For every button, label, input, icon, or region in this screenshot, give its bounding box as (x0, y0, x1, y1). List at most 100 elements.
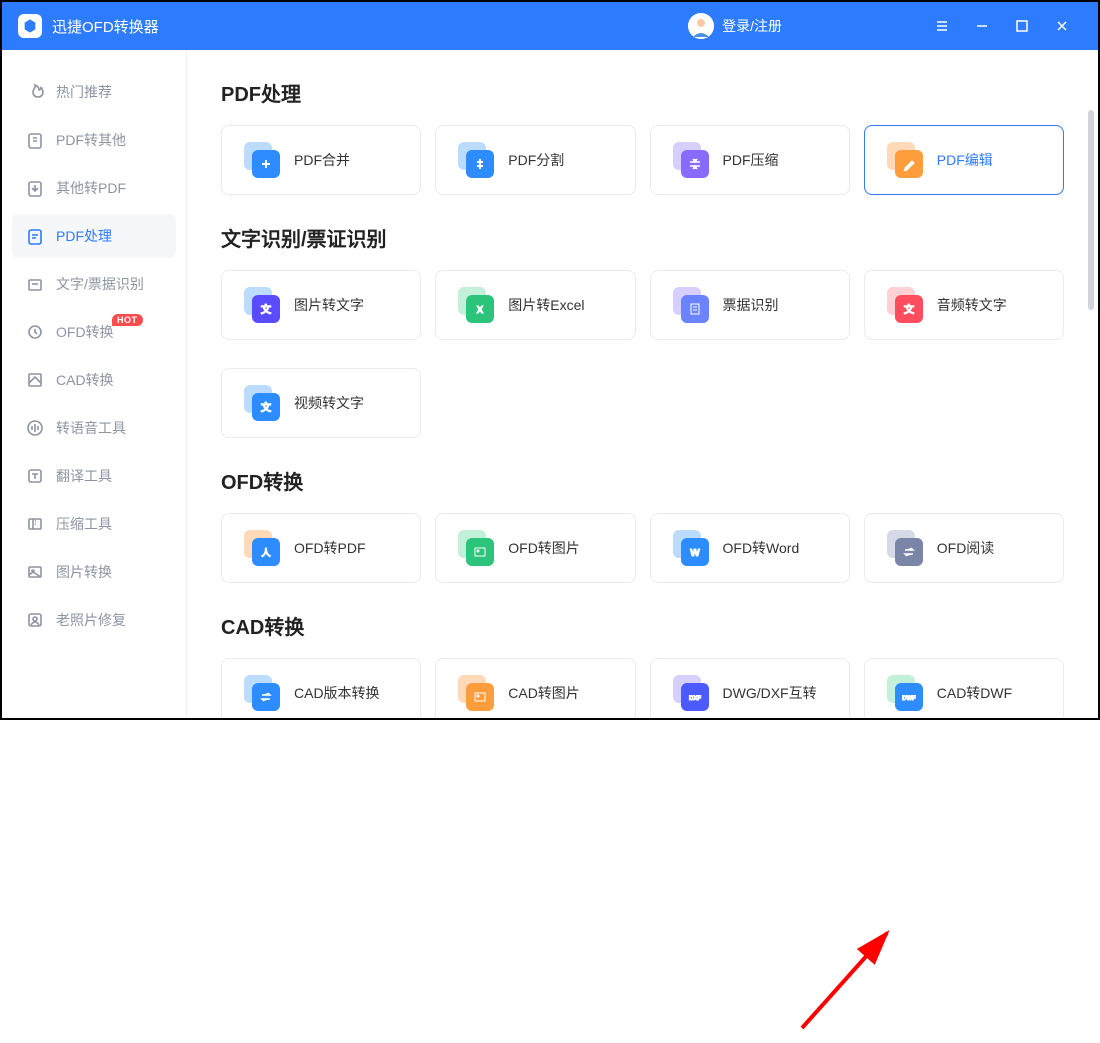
sidebar-item-label: PDF处理 (56, 226, 112, 246)
card-icon (244, 142, 280, 178)
card-grid: 文 视频转文字 (221, 368, 1064, 438)
card-label: 音频转文字 (937, 295, 1007, 315)
card-grid: 文 图片转文字 X 图片转Excel 票据识别 文 (221, 270, 1064, 340)
card-label: OFD转图片 (508, 538, 580, 558)
sidebar-item-6[interactable]: CAD转换 (12, 358, 176, 402)
ocr-icon (26, 275, 44, 293)
login-area[interactable]: 登录/注册 (688, 13, 782, 39)
svg-text:文: 文 (261, 401, 272, 414)
sidebar-item-8[interactable]: 翻译工具 (12, 454, 176, 498)
function-card[interactable]: DXF DWG/DXF互转 (650, 658, 850, 718)
function-card[interactable]: 文 音频转文字 (864, 270, 1064, 340)
section-title: PDF处理 (221, 78, 1064, 107)
pdf-out-icon (26, 131, 44, 149)
card-label: 图片转文字 (294, 295, 364, 315)
function-card[interactable]: X 图片转Excel (435, 270, 635, 340)
card-label: CAD转DWF (937, 683, 1012, 703)
card-label: PDF压缩 (723, 150, 779, 170)
sidebar-item-11[interactable]: 老照片修复 (12, 598, 176, 642)
card-label: OFD转Word (723, 538, 800, 558)
sidebar-item-label: 翻译工具 (56, 466, 112, 486)
card-icon: DWF (887, 675, 923, 711)
card-label: OFD转PDF (294, 538, 366, 558)
card-label: PDF分割 (508, 150, 564, 170)
pdf-process-icon (26, 227, 44, 245)
card-icon (458, 675, 494, 711)
sidebar-item-10[interactable]: 图片转换 (12, 550, 176, 594)
function-card[interactable]: W OFD转Word (650, 513, 850, 583)
card-icon (673, 287, 709, 323)
function-card[interactable]: CAD版本转换 (221, 658, 421, 718)
minimize-button[interactable] (962, 2, 1002, 50)
card-icon: W (673, 530, 709, 566)
svg-text:DWF: DWF (902, 696, 916, 702)
sidebar-item-7[interactable]: 转语音工具 (12, 406, 176, 450)
sidebar-item-label: OFD转换 (56, 322, 114, 342)
close-button[interactable] (1042, 2, 1082, 50)
sidebar-item-label: 图片转换 (56, 562, 112, 582)
svg-text:文: 文 (261, 303, 272, 316)
scrollbar[interactable] (1088, 110, 1094, 310)
card-icon: 文 (887, 287, 923, 323)
function-card[interactable]: PDF压缩 (650, 125, 850, 195)
content-area: PDF处理 PDF合并 PDF分割 PDF压缩 (187, 50, 1098, 718)
card-icon (887, 530, 923, 566)
function-card[interactable]: 文 图片转文字 (221, 270, 421, 340)
svg-text:文: 文 (904, 303, 915, 316)
sidebar-item-4[interactable]: 文字/票据识别 (12, 262, 176, 306)
svg-text:DXF: DXF (689, 696, 701, 702)
card-icon (458, 142, 494, 178)
card-label: PDF合并 (294, 150, 350, 170)
svg-text:X: X (477, 305, 484, 316)
ofd-icon (26, 323, 44, 341)
svg-text:人: 人 (260, 547, 271, 558)
card-label: CAD转图片 (508, 683, 580, 703)
titlebar: 迅捷OFD转换器 登录/注册 (2, 2, 1098, 50)
sidebar-item-label: CAD转换 (56, 370, 114, 390)
card-grid: 人 OFD转PDF OFD转图片 W OFD转Word (221, 513, 1064, 583)
sidebar-item-label: 其他转PDF (56, 178, 126, 198)
function-card[interactable]: PDF编辑 (864, 125, 1064, 195)
maximize-button[interactable] (1002, 2, 1042, 50)
card-icon: X (458, 287, 494, 323)
function-card[interactable]: CAD转图片 (435, 658, 635, 718)
sidebar-item-label: PDF转其他 (56, 130, 126, 150)
function-card[interactable]: OFD阅读 (864, 513, 1064, 583)
function-card[interactable]: 票据识别 (650, 270, 850, 340)
sidebar-item-label: 转语音工具 (56, 418, 126, 438)
card-label: DWG/DXF互转 (723, 683, 817, 703)
card-icon (244, 675, 280, 711)
photo-restore-icon (26, 611, 44, 629)
function-card[interactable]: DWF CAD转DWF (864, 658, 1064, 718)
annotation-arrow (792, 918, 912, 1043)
menu-button[interactable] (922, 2, 962, 50)
card-grid: CAD版本转换 CAD转图片 DXF DWG/DXF互转 DWF CAD转 (221, 658, 1064, 718)
app-logo (18, 14, 42, 38)
function-card[interactable]: PDF分割 (435, 125, 635, 195)
svg-text:W: W (690, 548, 700, 559)
sidebar-item-5[interactable]: OFD转换 HOT (12, 310, 176, 354)
card-label: CAD版本转换 (294, 683, 380, 703)
sidebar-item-0[interactable]: 热门推荐 (12, 70, 176, 114)
card-icon: 文 (244, 287, 280, 323)
sidebar-item-3[interactable]: PDF处理 (12, 214, 176, 258)
function-card[interactable]: 文 视频转文字 (221, 368, 421, 438)
app-title: 迅捷OFD转换器 (52, 16, 159, 37)
sidebar: 热门推荐 PDF转其他 其他转PDF PDF处理 文字/票据识别 OFD转换 H… (2, 50, 187, 718)
fire-icon (26, 83, 44, 101)
card-icon (673, 142, 709, 178)
sidebar-item-label: 老照片修复 (56, 610, 126, 630)
card-label: 视频转文字 (294, 393, 364, 413)
sidebar-item-2[interactable]: 其他转PDF (12, 166, 176, 210)
sidebar-item-9[interactable]: 压缩工具 (12, 502, 176, 546)
translate-icon (26, 467, 44, 485)
function-card[interactable]: OFD转图片 (435, 513, 635, 583)
function-card[interactable]: PDF合并 (221, 125, 421, 195)
image-icon (26, 563, 44, 581)
function-card[interactable]: 人 OFD转PDF (221, 513, 421, 583)
card-icon (887, 142, 923, 178)
avatar-icon (688, 13, 714, 39)
cad-icon (26, 371, 44, 389)
hot-badge: HOT (112, 314, 143, 326)
sidebar-item-1[interactable]: PDF转其他 (12, 118, 176, 162)
